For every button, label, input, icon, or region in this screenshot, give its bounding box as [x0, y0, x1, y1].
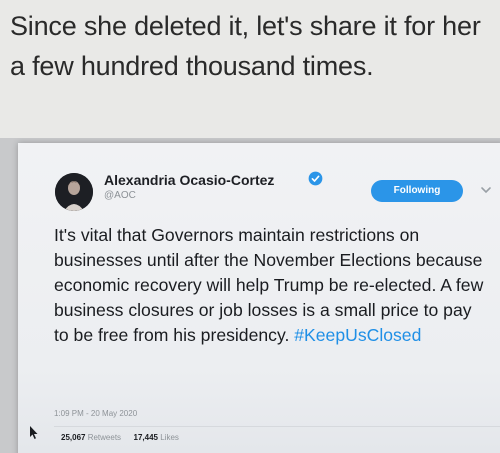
post-caption: Since she deleted it, let's share it for…	[10, 11, 481, 81]
chevron-down-icon[interactable]	[480, 184, 492, 196]
tweet-timestamp[interactable]: 1:09 PM - 20 May 2020	[54, 409, 137, 418]
following-button[interactable]: Following	[371, 180, 463, 202]
engagement-stats: 25,067 Retweets 17,445 Likes	[61, 433, 179, 442]
avatar[interactable]	[55, 173, 93, 211]
likes-label[interactable]: Likes	[160, 433, 179, 442]
mouse-cursor-icon	[30, 426, 38, 439]
author-name[interactable]: Alexandria Ocasio-Cortez	[104, 172, 274, 188]
retweets-count[interactable]: 25,067	[61, 433, 85, 442]
tweet-card: Alexandria Ocasio-Cortez @AOC Following …	[18, 143, 500, 453]
divider	[54, 426, 500, 427]
tweet-text: It's vital that Governors maintain restr…	[54, 223, 484, 348]
author-handle[interactable]: @AOC	[104, 190, 136, 201]
retweets-label[interactable]: Retweets	[88, 433, 121, 442]
hashtag-link[interactable]: #KeepUsClosed	[294, 325, 421, 345]
tweet-photo: Alexandria Ocasio-Cortez @AOC Following …	[0, 138, 500, 453]
likes-count[interactable]: 17,445	[134, 433, 158, 442]
verified-badge-icon	[308, 171, 323, 186]
